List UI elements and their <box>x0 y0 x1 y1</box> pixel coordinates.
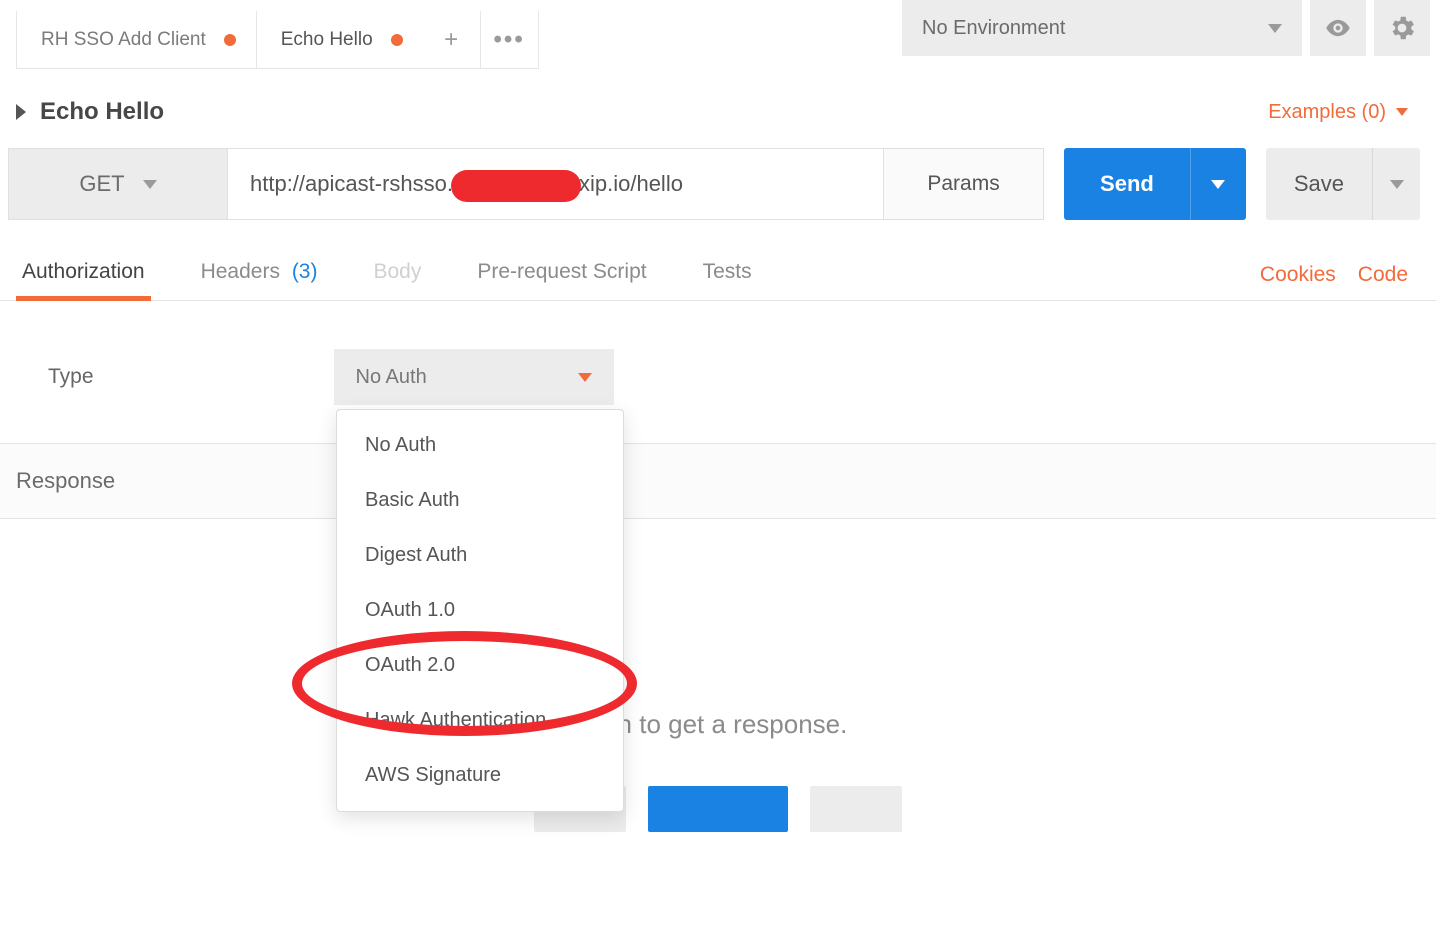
tab-prerequest[interactable]: Pre-request Script <box>473 250 650 300</box>
tab-headers[interactable]: Headers (3) <box>197 250 322 300</box>
tab-label: Tests <box>703 260 752 283</box>
tab-echo-hello[interactable]: Echo Hello <box>256 11 423 69</box>
environment-select[interactable]: No Environment <box>902 0 1302 56</box>
tab-label: Headers <box>201 260 280 283</box>
environment-label: No Environment <box>922 17 1065 40</box>
code-link[interactable]: Code <box>1358 263 1408 287</box>
tab-label: Authorization <box>22 260 145 283</box>
chevron-down-icon <box>1390 180 1404 189</box>
dirty-dot-icon <box>391 34 403 46</box>
auth-option-aws[interactable]: AWS Signature <box>337 748 623 803</box>
chevron-down-icon <box>578 373 592 382</box>
url-text-prefix: http://apicast-rshsso. <box>250 171 453 197</box>
expand-toggle-icon[interactable] <box>16 104 26 120</box>
examples-dropdown[interactable]: Examples (0) <box>1268 101 1408 124</box>
examples-label: Examples (0) <box>1268 101 1386 124</box>
response-header-label: Response <box>16 468 115 493</box>
auth-type-value: No Auth <box>356 366 427 389</box>
response-hint-text: tton to get a response. <box>589 709 848 739</box>
chevron-down-icon <box>143 180 157 189</box>
send-button[interactable]: Send <box>1064 148 1190 220</box>
response-placeholder-primary-button[interactable] <box>648 786 788 832</box>
save-button[interactable]: Save <box>1266 148 1372 220</box>
eye-icon <box>1324 14 1352 42</box>
auth-option-hawk[interactable]: Hawk Authentication <box>337 693 623 748</box>
ellipsis-icon: ••• <box>494 26 525 54</box>
tab-label: Body <box>373 260 421 283</box>
auth-option-oauth1[interactable]: OAuth 1.0 <box>337 583 623 638</box>
auth-option-digest[interactable]: Digest Auth <box>337 528 623 583</box>
response-placeholder-button[interactable] <box>810 786 902 832</box>
redaction-mark-icon <box>451 170 581 202</box>
request-name: Echo Hello <box>40 98 164 126</box>
send-dropdown-button[interactable] <box>1190 148 1246 220</box>
auth-type-label: Type <box>48 365 94 389</box>
auth-option-no-auth[interactable]: No Auth <box>337 418 623 473</box>
new-tab-button[interactable]: + <box>423 11 481 69</box>
tab-label: Pre-request Script <box>477 260 646 283</box>
send-label: Send <box>1100 171 1154 197</box>
tab-rh-sso[interactable]: RH SSO Add Client <box>16 11 256 69</box>
save-dropdown-button[interactable] <box>1372 148 1420 220</box>
response-body: tton to get a response. <box>0 519 1436 832</box>
method-label: GET <box>79 171 124 197</box>
params-label: Params <box>927 172 999 196</box>
auth-option-oauth2[interactable]: OAuth 2.0 <box>337 638 623 693</box>
auth-type-select[interactable]: No Auth <box>334 349 614 405</box>
environment-quicklook-button[interactable] <box>1310 0 1366 56</box>
dirty-dot-icon <box>224 34 236 46</box>
auth-option-basic[interactable]: Basic Auth <box>337 473 623 528</box>
chevron-down-icon <box>1396 108 1408 116</box>
auth-type-dropdown: No Auth Basic Auth Digest Auth OAuth 1.0… <box>336 409 624 812</box>
plus-icon: + <box>444 26 458 54</box>
tab-label: Echo Hello <box>281 29 373 51</box>
chevron-down-icon <box>1268 24 1282 33</box>
gear-icon <box>1387 13 1417 43</box>
settings-button[interactable] <box>1374 0 1430 56</box>
tab-body[interactable]: Body <box>369 250 425 300</box>
headers-count: (3) <box>292 260 318 283</box>
url-input[interactable]: http://apicast-rshsso. xip.io/hello <box>228 148 884 220</box>
tab-authorization[interactable]: Authorization <box>18 250 149 300</box>
url-text-suffix: xip.io/hello <box>579 171 683 197</box>
save-label: Save <box>1294 171 1344 197</box>
response-header: Response <box>0 443 1436 519</box>
http-method-select[interactable]: GET <box>8 148 228 220</box>
chevron-down-icon <box>1211 180 1225 189</box>
params-button[interactable]: Params <box>884 148 1044 220</box>
cookies-link[interactable]: Cookies <box>1260 263 1336 287</box>
tab-tests[interactable]: Tests <box>699 250 756 300</box>
tab-label: RH SSO Add Client <box>41 29 206 51</box>
tab-overflow-button[interactable]: ••• <box>481 11 539 69</box>
